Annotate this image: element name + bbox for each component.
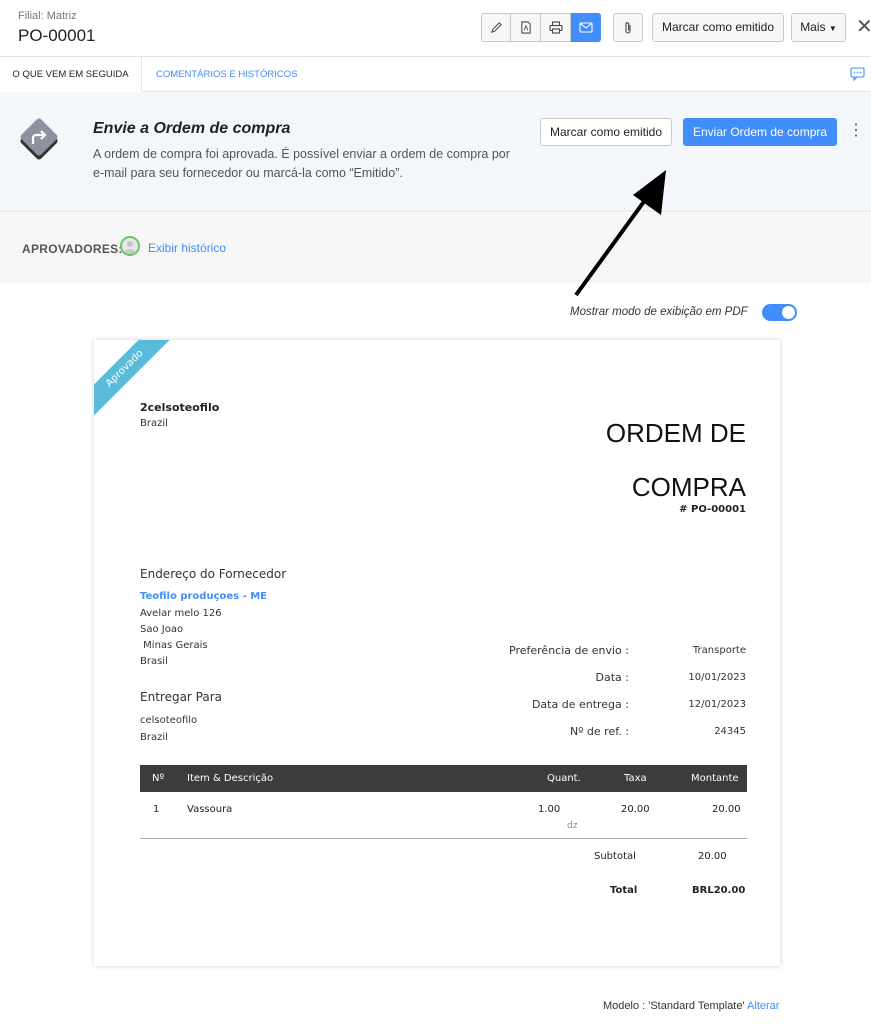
reference-label: Nº de ref. :	[570, 725, 629, 738]
kebab-menu-icon[interactable]: ⋮	[848, 122, 864, 140]
page-header: Filial: Matriz PO-00001 Marcar como emit…	[0, 0, 871, 56]
shipping-preference-label: Preferência de envio :	[509, 644, 629, 657]
pdf-button[interactable]	[511, 13, 541, 42]
column-header-quantity: Quant.	[547, 773, 581, 784]
close-icon[interactable]: ✕	[856, 17, 871, 37]
column-header-number: Nº	[152, 773, 165, 784]
vendor-address-line: Brasil	[140, 656, 168, 667]
pencil-icon	[490, 22, 502, 33]
row-rate: 20.00	[621, 804, 650, 815]
banner-title: Envie a Ordem de compra	[93, 120, 291, 137]
next-step-banner: Envie a Ordem de compra A ordem de compr…	[0, 92, 871, 212]
edit-button[interactable]	[481, 13, 511, 42]
caret-down-icon: ▼	[828, 24, 837, 33]
vendor-address-line: Minas Gerais	[140, 640, 208, 651]
tab-comments-history[interactable]: COMENTÁRIOS E HISTÓRICOS	[156, 57, 297, 92]
vendor-address-line: Avelar melo 126	[140, 608, 222, 619]
delivery-date-label: Data de entrega :	[531, 698, 629, 711]
deliver-address-line: celsoteofilo	[140, 715, 198, 726]
attach-button[interactable]	[613, 13, 643, 42]
template-label: Modelo : 'Standard Template'	[603, 1000, 745, 1012]
tab-bar: O QUE VEM EM SEGUIDA COMENTÁRIOS E HISTÓ…	[0, 56, 871, 92]
banner-mark-issued-button[interactable]: Marcar como emitido	[540, 118, 673, 146]
page-title: PO-00001	[18, 26, 96, 45]
paperclip-icon	[625, 21, 631, 34]
subtotal-label: Subtotal	[594, 851, 636, 862]
email-button[interactable]	[571, 13, 601, 42]
date-value: 10/01/2023	[688, 672, 746, 683]
avatar[interactable]	[120, 236, 140, 256]
comment-icon[interactable]	[850, 67, 865, 86]
row-amount: 20.00	[712, 804, 741, 815]
mark-issued-button[interactable]: Marcar como emitido	[652, 13, 785, 42]
more-label: Mais	[800, 20, 826, 34]
view-history-link[interactable]: Exibir histórico	[148, 241, 226, 255]
pdf-view-toggle[interactable]	[762, 304, 797, 321]
deliver-to-heading: Entregar Para	[140, 690, 223, 704]
column-header-rate: Taxa	[624, 773, 647, 784]
column-header-amount: Montante	[691, 773, 739, 784]
vendor-name[interactable]: Teofilo produçoes - ME	[140, 591, 267, 602]
items-table-header: Nº Item & Descrição Quant. Taxa Montante	[140, 765, 747, 792]
purchase-order-document: Aprovado 2celsoteofilo Brazil ORDEM DE C…	[94, 340, 780, 966]
company-country: Brazil	[140, 418, 168, 429]
subtotal-value: 20.00	[698, 851, 727, 862]
divider	[140, 838, 747, 839]
company-name: 2celsoteofilo	[140, 401, 220, 414]
delivery-date-value: 12/01/2023	[688, 699, 746, 710]
printer-icon	[548, 21, 563, 34]
template-info: Modelo : 'Standard Template' Alterar	[603, 1000, 779, 1012]
send-purchase-order-button[interactable]: Enviar Ordem de compra	[683, 118, 838, 146]
date-label: Data :	[595, 671, 629, 684]
document-number: # PO-00001	[679, 504, 746, 515]
email-icon	[578, 22, 593, 33]
document-title-line1: ORDEM DE	[605, 418, 746, 448]
deliver-address-line: Brazil	[140, 732, 168, 743]
vendor-address-line: Sao Joao	[140, 624, 184, 635]
tab-next-steps[interactable]: O QUE VEM EM SEGUIDA	[0, 57, 142, 92]
approvers-bar: APROVADORES: Exibir histórico	[0, 213, 871, 283]
print-button[interactable]	[541, 13, 571, 42]
branch-label: Filial: Matriz	[18, 10, 77, 22]
total-label: Total	[610, 885, 638, 896]
pdf-view-label: Mostrar modo de exibição em PDF	[570, 306, 748, 318]
forward-arrow-icon	[16, 114, 62, 165]
row-unit: dz	[567, 821, 578, 831]
vendor-address-heading: Endereço do Fornecedor	[140, 567, 287, 581]
row-number: 1	[153, 804, 160, 815]
document-title: ORDEM DE COMPRA	[446, 406, 746, 514]
more-dropdown[interactable]: Mais ▼	[791, 13, 846, 42]
banner-description: A ordem de compra foi aprovada. É possív…	[93, 147, 510, 180]
reference-value: 24345	[714, 726, 746, 737]
total-value: BRL20.00	[692, 885, 746, 896]
approvers-label: APROVADORES:	[22, 242, 123, 256]
toggle-knob	[782, 306, 795, 319]
pdf-icon	[520, 21, 531, 34]
row-quantity: 1.00	[538, 804, 561, 815]
row-item: Vassoura	[187, 804, 233, 815]
shipping-preference-value: Transporte	[692, 645, 746, 656]
action-toolbar	[481, 13, 601, 42]
change-template-link[interactable]: Alterar	[747, 1000, 779, 1012]
column-header-item: Item & Descrição	[187, 773, 274, 784]
